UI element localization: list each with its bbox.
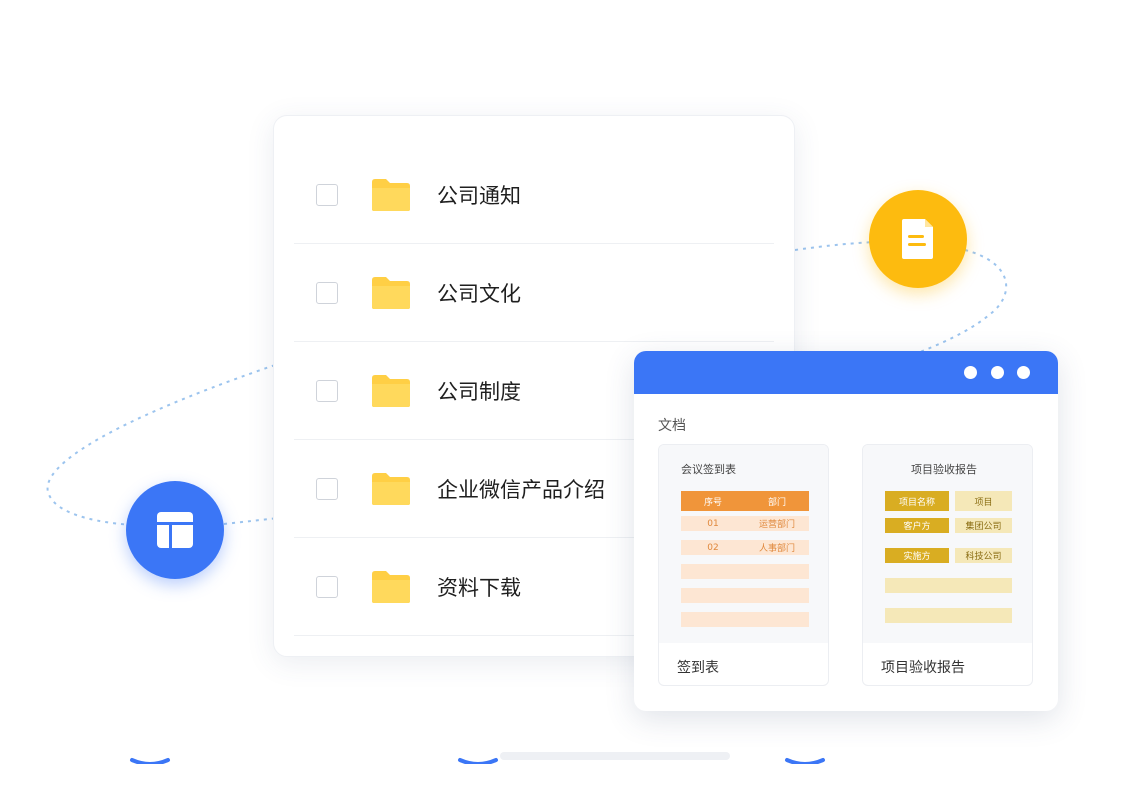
layout-badge xyxy=(126,481,224,579)
bottom-circle-fragment xyxy=(785,758,825,764)
folder-icon xyxy=(372,276,410,309)
field-value: 集团公司 xyxy=(955,518,1012,533)
folder-icon xyxy=(372,178,410,211)
field-key: 项目名称 xyxy=(885,491,949,511)
document-badge xyxy=(869,190,967,288)
window-dot[interactable] xyxy=(964,366,977,379)
document-window: 文档 会议签到表 序号 部门 01 运营部门 02 人事部门 签到表 项目验收报… xyxy=(634,351,1058,711)
field-placeholder xyxy=(885,608,1012,623)
document-caption: 项目验收报告 xyxy=(881,660,965,676)
document-card-report[interactable]: 项目验收报告 项目名称 项目 客户方 集团公司 实施方 科技公司 项目验收报告 xyxy=(862,444,1033,686)
preview-title: 会议签到表 xyxy=(681,463,736,476)
window-dot[interactable] xyxy=(1017,366,1030,379)
section-title: 文档 xyxy=(658,418,686,434)
document-preview: 项目验收报告 项目名称 项目 客户方 集团公司 实施方 科技公司 xyxy=(863,445,1032,643)
table-row xyxy=(681,612,809,627)
table-cell: 02 xyxy=(707,542,719,553)
row-checkbox[interactable] xyxy=(316,281,338,304)
field-value: 科技公司 xyxy=(955,548,1012,563)
layout-icon xyxy=(157,512,193,548)
folder-name: 公司通知 xyxy=(437,183,521,208)
bottom-circle-fragment xyxy=(130,758,170,764)
row-checkbox[interactable] xyxy=(316,477,338,500)
document-preview: 会议签到表 序号 部门 01 运营部门 02 人事部门 xyxy=(659,445,828,643)
folder-icon xyxy=(372,570,410,603)
folder-row[interactable]: 公司通知 xyxy=(294,146,774,244)
document-card-signin[interactable]: 会议签到表 序号 部门 01 运营部门 02 人事部门 签到表 xyxy=(658,444,829,686)
folder-name: 公司文化 xyxy=(437,281,521,306)
preview-title: 项目验收报告 xyxy=(911,463,977,476)
document-caption: 签到表 xyxy=(677,660,719,676)
row-checkbox[interactable] xyxy=(316,575,338,598)
table-header-cell: 序号 xyxy=(703,497,722,508)
field-value: 项目 xyxy=(955,491,1012,511)
row-checkbox[interactable] xyxy=(316,379,338,402)
row-checkbox[interactable] xyxy=(316,183,338,206)
folder-name: 资料下载 xyxy=(437,575,521,600)
table-cell: 运营部门 xyxy=(758,520,795,530)
bottom-bar-fragment xyxy=(500,752,730,760)
bottom-circle-fragment xyxy=(458,758,498,764)
table-row xyxy=(681,564,809,579)
document-icon xyxy=(902,219,933,259)
folder-name: 公司制度 xyxy=(437,379,521,404)
table-row xyxy=(681,588,809,603)
folder-row[interactable]: 公司文化 xyxy=(294,244,774,342)
field-placeholder xyxy=(885,578,1012,593)
table-cell: 01 xyxy=(707,518,719,529)
folder-name: 企业微信产品介绍 xyxy=(437,477,605,502)
window-dot[interactable] xyxy=(991,366,1004,379)
field-key: 实施方 xyxy=(885,548,949,563)
table-cell: 人事部门 xyxy=(758,544,795,554)
folder-icon xyxy=(372,374,410,407)
field-key: 客户方 xyxy=(885,518,949,533)
window-titlebar xyxy=(634,351,1058,394)
table-header-cell: 部门 xyxy=(767,497,786,508)
folder-icon xyxy=(372,472,410,505)
